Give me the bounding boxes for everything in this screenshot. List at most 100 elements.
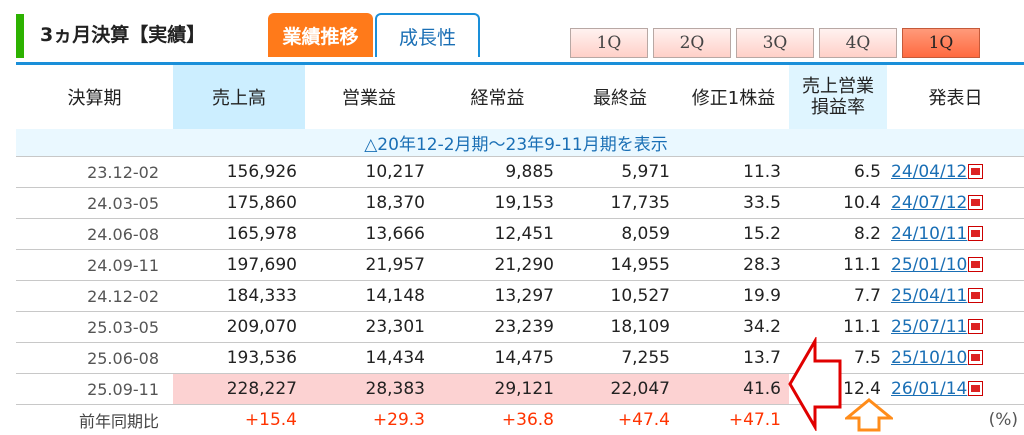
show-earlier-periods-link[interactable]: △20年12-2月期～23年9-11月期を表示 [16, 129, 1024, 157]
column-header-period: 決算期 [16, 65, 173, 129]
net_income-cell: 7,255 [562, 342, 678, 374]
period-cell: 24.12-02 [16, 280, 173, 312]
yoy-eps-cell: +47.1 [728, 410, 781, 430]
pdf-icon[interactable] [968, 381, 984, 396]
column-header-net-income[interactable]: 最終益 [562, 65, 678, 129]
net_income-cell: 17,735 [562, 187, 678, 219]
net_income-cell: 5,971 [562, 156, 678, 188]
yoy-op_income-cell: +29.3 [372, 410, 425, 430]
quarter-button-3q[interactable]: 3Q [736, 28, 814, 58]
sales-cell: 197,690 [173, 249, 305, 281]
quarter-button-1q[interactable]: 1Q [570, 28, 648, 58]
announce-date-link[interactable]: 25/04/11 [891, 286, 967, 306]
column-header-announce-date: 発表日 [887, 65, 1024, 129]
announce-date-cell: 25/07/11 [887, 311, 1024, 343]
eps-cell: 13.7 [678, 342, 789, 374]
op_income-cell: 13,666 [305, 218, 433, 250]
period-cell: 24.06-08 [16, 218, 173, 250]
column-header-sales[interactable]: 売上高 [173, 65, 305, 129]
net_income-cell: 18,109 [562, 311, 678, 343]
op_income-cell: 18,370 [305, 187, 433, 219]
announce-date-link[interactable]: 25/01/10 [891, 255, 967, 275]
eps-cell: 34.2 [678, 311, 789, 343]
period-cell: 25.06-08 [16, 342, 173, 374]
margin-cell: 10.4 [789, 187, 887, 219]
period-cell: 24.09-11 [16, 249, 173, 281]
net_income-cell: 14,955 [562, 249, 678, 281]
eps-cell: 11.3 [678, 156, 789, 188]
section-marker [16, 14, 24, 58]
announce-date-link[interactable]: 25/10/10 [891, 348, 967, 368]
yoy-net_income-cell: +47.4 [617, 410, 670, 430]
pdf-icon[interactable] [968, 319, 984, 334]
op_income-cell: 14,434 [305, 342, 433, 374]
yoy-label: 前年同期比 [78, 412, 159, 431]
quarter-selector: 1Q 2Q 3Q 4Q 1Q [570, 28, 980, 58]
op_income-cell: 10,217 [305, 156, 433, 188]
sales-cell: 184,333 [173, 280, 305, 312]
yoy-ord_income-cell: +36.8 [501, 410, 554, 430]
announce-date-cell: 24/07/12 [887, 187, 1024, 219]
column-header-eps[interactable]: 修正1株益 [678, 65, 789, 129]
period-cell: 25.09-11 [16, 373, 173, 405]
period-cell: 23.12-02 [16, 156, 173, 188]
net_income-cell: 10,527 [562, 280, 678, 312]
announce-date-link[interactable]: 24/10/11 [891, 224, 967, 244]
announce-date-link[interactable]: 24/07/12 [891, 193, 967, 213]
table-row: 24.06-08 165,978 13,666 12,451 8,059 15.2 8.2 2… [16, 218, 1024, 250]
sales-cell: 209,070 [173, 311, 305, 343]
eps-cell: 19.9 [678, 280, 789, 312]
ord_income-cell: 13,297 [433, 280, 562, 312]
announce-date-link[interactable]: 25/07/11 [891, 317, 967, 337]
table-row: 23.12-02 156,926 10,217 9,885 5,971 11.3 6.5 24… [16, 156, 1024, 188]
margin-cell: 6.5 [789, 156, 887, 188]
sales-cell: 228,227 [173, 373, 305, 405]
announce-date-link[interactable]: 24/04/12 [891, 162, 967, 182]
announce-date-link[interactable]: 26/01/14 [891, 379, 967, 399]
pdf-icon[interactable] [968, 226, 984, 241]
net_income-cell: 22,047 [562, 373, 678, 405]
announce-date-cell: 24/10/11 [887, 218, 1024, 250]
announce-date-cell: 26/01/14 [887, 373, 1024, 405]
header-bar: 3ヵ月決算【実績】 業績推移 成長性 1Q 2Q 3Q 4Q 1Q [0, 0, 1024, 65]
pdf-icon[interactable] [968, 350, 984, 365]
announce-date-cell: 25/01/10 [887, 249, 1024, 281]
ord_income-cell: 14,475 [433, 342, 562, 374]
ord_income-cell: 21,290 [433, 249, 562, 281]
tab-performance[interactable]: 業績推移 [268, 13, 373, 57]
yoy-unit: (%) [988, 410, 1018, 430]
column-header-margin-line1: 売上営業 [802, 76, 874, 97]
column-header-operating-margin[interactable]: 売上営業 損益率 [789, 65, 887, 129]
eps-cell: 33.5 [678, 187, 789, 219]
pdf-icon[interactable] [968, 164, 984, 179]
yoy-sales-cell: +15.4 [244, 410, 297, 430]
section-title: 3ヵ月決算【実績】 [40, 24, 206, 46]
table-row: 24.09-11 197,690 21,957 21,290 14,955 28.3 11.… [16, 249, 1024, 281]
margin-cell: 8.2 [789, 218, 887, 250]
eps-cell: 28.3 [678, 249, 789, 281]
op_income-cell: 14,148 [305, 280, 433, 312]
op_income-cell: 28,383 [305, 373, 433, 405]
sales-cell: 156,926 [173, 156, 305, 188]
quarter-button-4q[interactable]: 4Q [819, 28, 897, 58]
margin-cell: 7.7 [789, 280, 887, 312]
earnings-table: 決算期 売上高 営業益 経常益 最終益 修正1株益 売上営業 損益率 発表日 △… [16, 65, 1024, 435]
table-row: 24.03-05 175,860 18,370 19,153 17,735 33.5 10.… [16, 187, 1024, 219]
eps-cell: 41.6 [678, 373, 789, 405]
announce-date-cell: 24/04/12 [887, 156, 1024, 188]
column-header-margin-line2: 損益率 [811, 97, 865, 118]
period-cell: 25.03-05 [16, 311, 173, 343]
tab-growth[interactable]: 成長性 [375, 13, 480, 57]
pdf-icon[interactable] [968, 257, 984, 272]
sales-cell: 165,978 [173, 218, 305, 250]
quarter-button-2q[interactable]: 2Q [653, 28, 731, 58]
table-row: 25.03-05 209,070 23,301 23,239 18,109 34.2 11.… [16, 311, 1024, 343]
column-header-operating-income[interactable]: 営業益 [305, 65, 433, 129]
sales-cell: 193,536 [173, 342, 305, 374]
column-header-ordinary-income[interactable]: 経常益 [433, 65, 562, 129]
announce-date-cell: 25/04/11 [887, 280, 1024, 312]
quarter-button-1q-selected[interactable]: 1Q [902, 28, 980, 58]
pdf-icon[interactable] [968, 288, 984, 303]
pdf-icon[interactable] [968, 195, 984, 210]
ord_income-cell: 12,451 [433, 218, 562, 250]
